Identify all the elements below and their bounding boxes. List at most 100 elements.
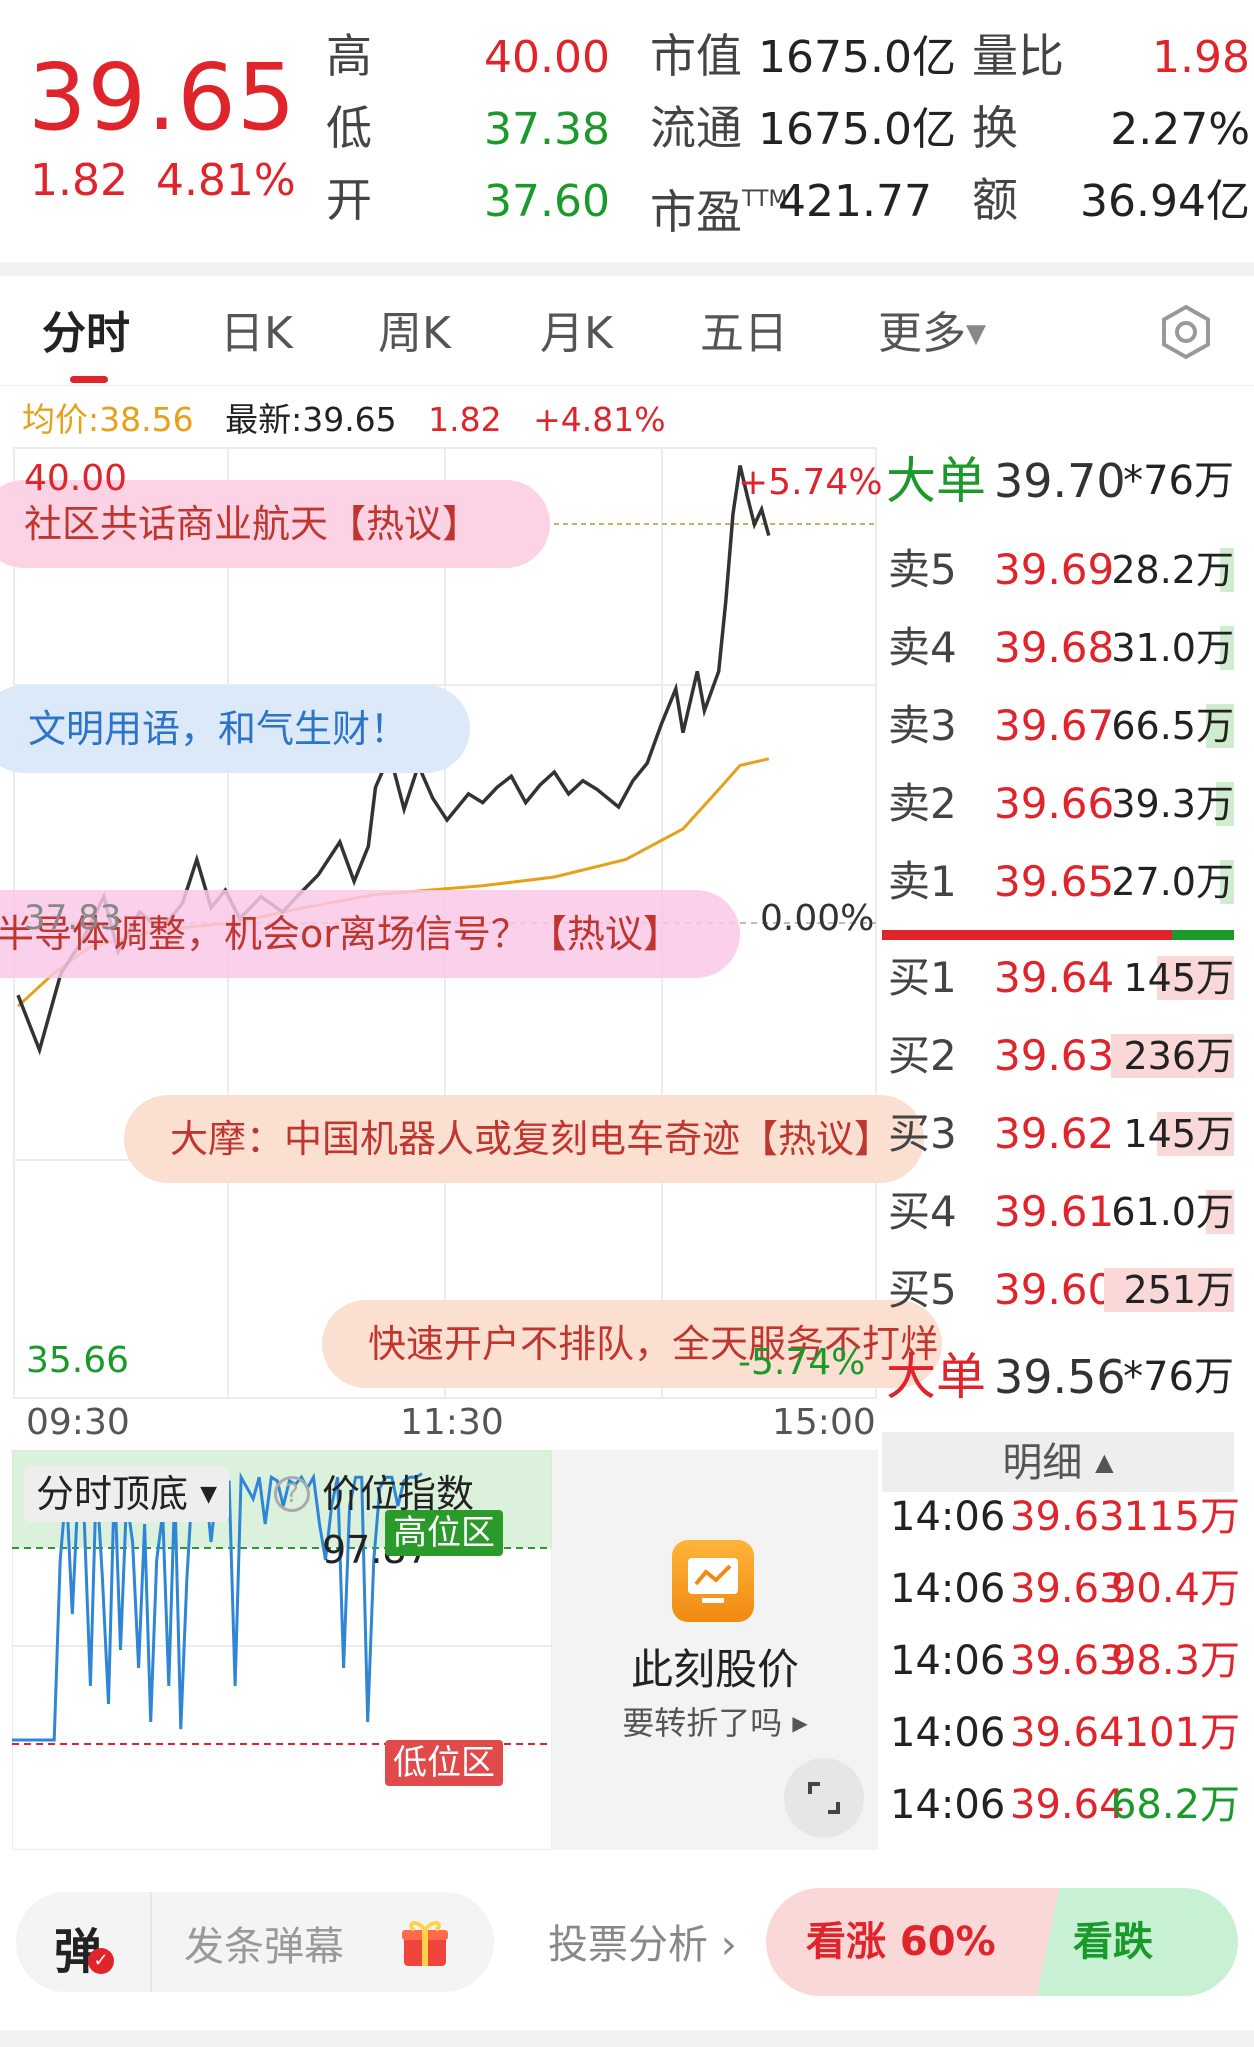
bid-level-row[interactable]: 买3 39.62 145万: [882, 1104, 1234, 1164]
order-book: 大单 39.70 *76万 卖5 39.69 28.2万 卖4 39.68 31.0万 卖3…: [882, 440, 1254, 1406]
danmu-placeholder: 发条弹幕: [184, 1924, 344, 1970]
level-label: 买4: [888, 1187, 957, 1236]
level-price: 39.69: [994, 545, 1115, 594]
bid-level-row[interactable]: 买4 39.61 61.0万: [882, 1182, 1234, 1242]
bid-level-row[interactable]: 买5 39.60 251万: [882, 1260, 1234, 1320]
level-volume: 236万: [1123, 1034, 1234, 1078]
big-order-label: 大单: [886, 1348, 986, 1406]
low-value: 37.38: [484, 104, 610, 155]
danmu-input[interactable]: 弹 ✓ 发条弹幕: [16, 1892, 494, 1992]
indicator-selector[interactable]: 分时顶底 ▼: [24, 1466, 230, 1522]
chart-top-pct: +5.74%: [738, 462, 883, 503]
trade-price: 39.64: [1010, 1710, 1125, 1756]
settings-icon[interactable]: [1158, 304, 1214, 360]
big-buy-order: 大单 39.56 *76万: [882, 1344, 1234, 1410]
chart-top-price: 40.00: [24, 458, 128, 499]
chart-bottom-price: 35.66: [26, 1340, 130, 1381]
intraday-info-line: 均价:38.56 最新:39.65 1.82 +4.81%: [22, 400, 666, 440]
bottom-spacer: [0, 2030, 1254, 2047]
trade-time: 14:06: [890, 1638, 1006, 1684]
ask-level-row[interactable]: 卖2 39.66 39.3万: [882, 774, 1234, 834]
change-value: 1.82: [30, 155, 128, 206]
big-order-volume: *76万: [1123, 1354, 1234, 1400]
bid-level-row[interactable]: 买1 39.64 145万: [882, 948, 1234, 1008]
tab-intraday[interactable]: 分时: [42, 306, 130, 362]
danmu-toggle-icon[interactable]: 弹 ✓: [16, 1892, 152, 1992]
volume-ratio-value: 1.98: [1152, 32, 1250, 83]
open-label: 开: [326, 173, 372, 227]
level-price: 39.68: [994, 623, 1115, 672]
level-price: 39.62: [994, 1109, 1115, 1158]
time-mid-label: 11:30: [400, 1402, 504, 1443]
level-label: 买1: [888, 953, 957, 1002]
level-volume: 66.5万: [1111, 704, 1234, 748]
high-value: 40.00: [484, 32, 610, 83]
level-label: 卖1: [888, 857, 957, 906]
level-price: 39.66: [994, 779, 1115, 828]
expand-icon[interactable]: [784, 1758, 864, 1838]
latest-change-pct: +4.81%: [533, 400, 666, 439]
level-volume: 61.0万: [1111, 1190, 1234, 1234]
vote-analysis-link[interactable]: 投票分析 ›: [548, 1912, 737, 1970]
vote-down-button[interactable]: 看跌 40%: [1037, 1888, 1238, 1996]
ask-level-row[interactable]: 卖5 39.69 28.2万: [882, 540, 1234, 600]
quote-header: 39.65 1.82 4.81% 高 低 开 40.00 37.38 37.60…: [0, 0, 1254, 262]
help-icon[interactable]: ?: [274, 1476, 310, 1512]
level-volume: 39.3万: [1111, 782, 1234, 826]
level-label: 买2: [888, 1031, 957, 1080]
level-price: 39.67: [994, 701, 1115, 750]
level-label: 卖2: [888, 779, 957, 828]
trade-volume: 68.2万: [1110, 1782, 1240, 1828]
play-arrow-icon: ▶: [792, 1711, 808, 1735]
detail-toggle[interactable]: 明细 ▲: [882, 1432, 1234, 1492]
big-order-price: 39.56: [994, 1350, 1126, 1404]
indicator-panel[interactable]: 分时顶底 ▼ ? 价位指数97.87 高位区 低位区: [11, 1449, 553, 1851]
promo-card[interactable]: 此刻股价 要转折了吗 ▶: [552, 1450, 878, 1850]
tab-more[interactable]: 更多▼: [878, 306, 986, 362]
volume-ratio-label: 量比: [972, 29, 1064, 83]
ask-level-row[interactable]: 卖3 39.67 66.5万: [882, 696, 1234, 756]
gift-icon[interactable]: [398, 1916, 452, 1970]
trade-volume: 101万: [1123, 1710, 1240, 1756]
market-cap-label: 市值: [650, 29, 742, 83]
trade-detail-row: 14:06 39.63 90.4万: [890, 1558, 1240, 1620]
low-label: 低: [326, 101, 372, 155]
tab-daily-k[interactable]: 日K: [220, 306, 293, 362]
ask-level-row[interactable]: 卖1 39.65 27.0万: [882, 852, 1234, 912]
trade-time: 14:06: [890, 1782, 1006, 1828]
latest-price: 最新:39.65: [225, 400, 397, 439]
level-volume: 145万: [1123, 1112, 1234, 1156]
price-change: 1.82 4.81%: [30, 155, 296, 207]
trade-volume: 98.3万: [1110, 1638, 1240, 1684]
bottom-bar: 弹 ✓ 发条弹幕 投票分析 › 看涨 60% 看跌 40%: [0, 1868, 1254, 2018]
level-volume: 251万: [1123, 1268, 1234, 1312]
turnover-label: 换: [972, 101, 1018, 155]
vote-up-button[interactable]: 看涨 60%: [766, 1888, 1061, 1996]
tab-weekly-k[interactable]: 周K: [378, 306, 451, 362]
trade-time: 14:06: [890, 1494, 1006, 1540]
time-end-label: 15:00: [772, 1402, 876, 1443]
amount-value: 36.94亿: [1080, 176, 1250, 227]
danmu-bubble[interactable]: 文明用语，和气生财！: [0, 685, 470, 773]
trade-time: 14:06: [890, 1710, 1006, 1756]
trade-time: 14:06: [890, 1566, 1006, 1612]
tab-monthly-k[interactable]: 月K: [540, 306, 613, 362]
trade-price: 39.63: [1010, 1638, 1125, 1684]
chart-monitor-icon: [672, 1540, 754, 1622]
promo-title: 此刻股价: [630, 1645, 799, 1694]
chart-ref-price: 37.83: [24, 898, 122, 938]
level-label: 卖5: [888, 545, 957, 594]
ask-level-row[interactable]: 卖4 39.68 31.0万: [882, 618, 1234, 678]
market-cap-value: 1675.0亿: [758, 32, 956, 83]
avg-price: 均价:38.56: [22, 400, 194, 439]
level-volume: 27.0万: [1111, 860, 1234, 904]
current-price: 39.65: [28, 44, 297, 151]
level-price: 39.60: [994, 1265, 1115, 1314]
tab-five-day[interactable]: 五日: [700, 306, 788, 362]
level-price: 39.61: [994, 1187, 1115, 1236]
time-start-label: 09:30: [26, 1402, 130, 1443]
danmu-bubble[interactable]: 大摩：中国机器人或复刻电车奇迹【热议】: [124, 1095, 924, 1183]
bid-level-row[interactable]: 买2 39.63 236万: [882, 1026, 1234, 1086]
trade-detail-row: 14:06 39.64 68.2万: [890, 1774, 1240, 1836]
intraday-chart[interactable]: 社区共话商业航天【热议】 文明用语，和气生财！ 半导体调整，机会or离场信号？【…: [0, 440, 942, 1443]
